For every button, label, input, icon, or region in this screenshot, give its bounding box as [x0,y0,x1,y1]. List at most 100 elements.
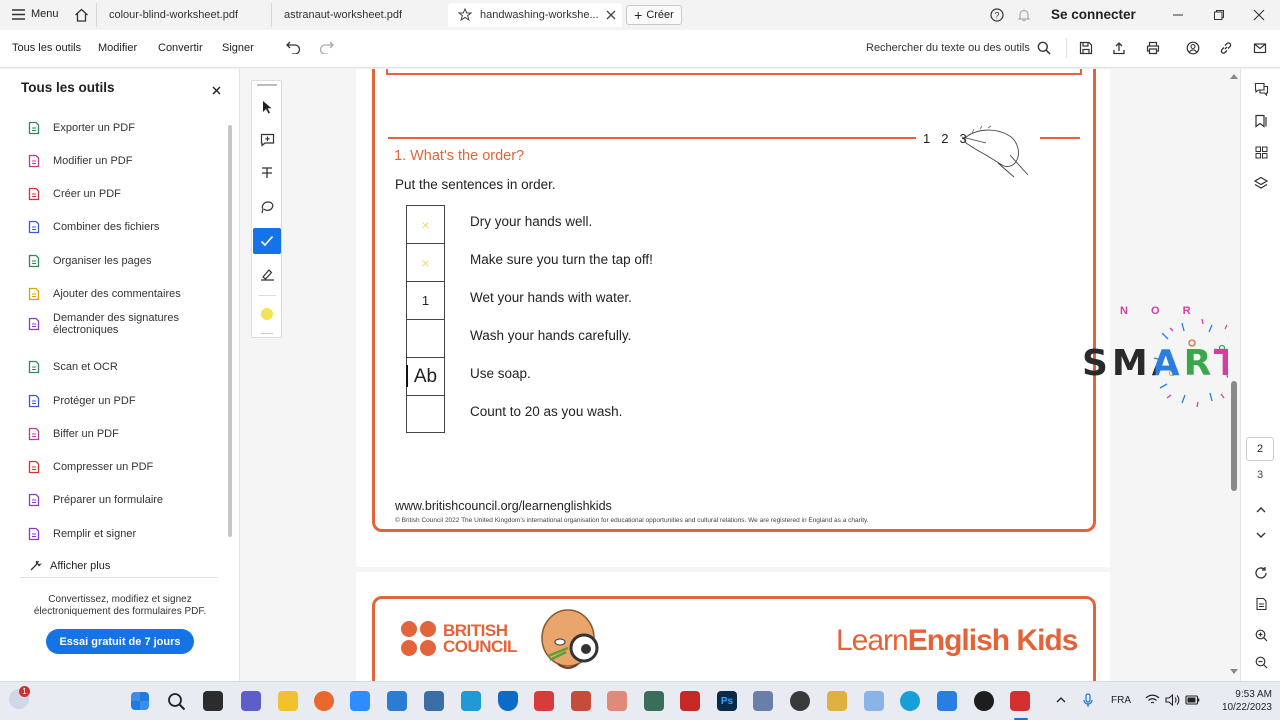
close-panel-icon[interactable] [212,86,221,95]
bell-icon[interactable] [1017,8,1031,22]
home-icon[interactable] [74,8,89,22]
microphone-icon[interactable] [1083,693,1093,708]
tool-item[interactable]: Ajouter des commentaires [27,284,193,304]
scroll-up-icon[interactable] [1230,73,1238,79]
scroll-down-icon[interactable] [1230,669,1238,675]
maximize-icon[interactable] [1213,9,1225,21]
tab-colour-blind[interactable]: colour-blind-worksheet.pdf [96,3,271,27]
zoom-app-icon[interactable] [350,691,370,711]
tray-chevron-icon[interactable] [1056,696,1066,703]
page-fit-button[interactable] [1252,595,1270,613]
drag-handle[interactable] [257,84,277,86]
tool-item[interactable]: Créer un PDF [27,184,193,204]
word-icon[interactable] [387,691,407,711]
app-whiteboard-icon[interactable] [937,691,957,711]
tool-item[interactable]: Compresser un PDF [27,457,193,477]
close-window-icon[interactable] [1253,9,1265,21]
document-view[interactable]: 1 2 3 1. What's the order? Put the sente… [354,69,1228,681]
print-icon[interactable] [1146,41,1160,55]
file-explorer-icon[interactable] [278,691,298,711]
close-tab-icon[interactable] [606,10,616,20]
free-trial-button[interactable]: Essai gratuit de 7 jours [46,629,194,654]
star-icon[interactable] [458,8,472,22]
bookmarks-button[interactable] [1252,112,1270,130]
create-button[interactable]: + Créer [626,5,682,25]
comment-tool[interactable] [256,129,278,151]
document-scrollbar[interactable] [1228,69,1240,681]
store-icon[interactable] [461,691,481,711]
next-page-button[interactable] [1252,526,1270,544]
tool-item[interactable]: Combiner des fichiers [27,217,193,237]
share-user-icon[interactable] [1186,41,1200,55]
tool-item[interactable]: Exporter un PDF [27,118,193,138]
tab-handwashing[interactable]: handwashing-workshe... [448,3,622,27]
app-snip-icon[interactable] [864,691,884,711]
order-box[interactable]: Ab [406,357,445,395]
scroll-thumb[interactable] [1231,381,1237,491]
edit-menu[interactable]: Modifier [98,42,137,54]
text-markup-tool[interactable] [256,162,278,184]
page-indicator-next[interactable]: 3 [1246,467,1274,483]
firefox-icon[interactable] [314,691,334,711]
calculator-icon[interactable] [424,691,444,711]
minimize-icon[interactable] [1172,9,1184,21]
show-more-link[interactable]: Afficher plus [29,559,110,572]
defender-icon[interactable] [498,691,518,711]
all-tools-menu[interactable]: Tous les outils [12,42,81,54]
thumbnails-button[interactable] [1252,143,1270,161]
app-blue-circle-icon[interactable] [900,691,920,711]
taskbar-search-icon[interactable] [167,692,186,711]
redo-icon[interactable] [319,41,334,54]
upload-icon[interactable] [1112,41,1126,55]
photoshop-icon[interactable]: Ps [717,691,737,711]
zoom-in-button[interactable] [1252,626,1270,644]
page-indicator-current[interactable]: 2 [1246,437,1274,461]
sign-menu[interactable]: Signer [222,42,254,54]
comments-panel-button[interactable] [1252,80,1270,98]
tool-item[interactable]: Protéger un PDF [27,391,193,411]
windows-start-icon[interactable] [131,692,149,710]
help-icon[interactable]: ? [990,8,1004,22]
search-tools-label[interactable]: Rechercher du texte ou des outils [866,42,1030,54]
undo-icon[interactable] [286,41,301,54]
layers-button[interactable] [1252,174,1270,192]
acrobat-pro-icon[interactable] [680,691,700,711]
order-box[interactable]: × [406,205,445,243]
sign-in-button[interactable]: Se connecter [1051,7,1136,22]
language-indicator[interactable]: FRA [1111,695,1131,706]
wifi-icon[interactable] [1145,694,1160,706]
signature-tool[interactable] [256,263,278,285]
fill-sign-tool[interactable] [253,228,281,254]
convert-menu[interactable]: Convertir [158,42,203,54]
select-tool[interactable] [256,96,278,118]
tool-item[interactable]: Organiser les pages [27,251,193,271]
tool-item[interactable]: Modifier un PDF [27,151,193,171]
app-arrows-icon[interactable] [753,691,773,711]
acrobat-reader-icon[interactable] [1010,691,1030,711]
tool-item[interactable]: Demander des signatures électroniques [27,312,193,336]
draw-tool[interactable] [256,196,278,218]
tool-item[interactable]: Scan et OCR [27,357,193,377]
rotate-button[interactable] [1252,564,1270,582]
task-view-icon[interactable] [203,691,223,711]
website-url[interactable]: www.britishcouncil.org/learnenglishkids [395,499,612,513]
order-box[interactable] [406,319,445,357]
panel-scrollbar[interactable] [228,125,232,537]
link-icon[interactable] [1219,41,1233,55]
app-pencil-icon[interactable] [827,691,847,711]
tool-item[interactable]: Biffer un PDF [27,424,193,444]
search-icon[interactable] [1037,41,1051,55]
clock[interactable]: 9:53 AM 10/22/2023 [1206,688,1272,714]
app-red-icon[interactable] [534,691,554,711]
tab-astranaut[interactable]: astranaut-worksheet.pdf [271,3,446,27]
tool-item[interactable]: Remplir et signer [27,524,193,544]
email-icon[interactable] [1253,41,1267,55]
tool-item[interactable]: Préparer un formulaire [27,490,193,510]
menu-button[interactable]: Menu [12,8,59,20]
app-tools-icon[interactable] [644,691,664,711]
app-pdf-tool-icon[interactable] [607,691,627,711]
prev-page-button[interactable] [1252,500,1270,518]
order-box[interactable]: 1 [406,281,445,319]
media-player-icon[interactable] [974,691,994,711]
save-icon[interactable] [1079,41,1093,55]
